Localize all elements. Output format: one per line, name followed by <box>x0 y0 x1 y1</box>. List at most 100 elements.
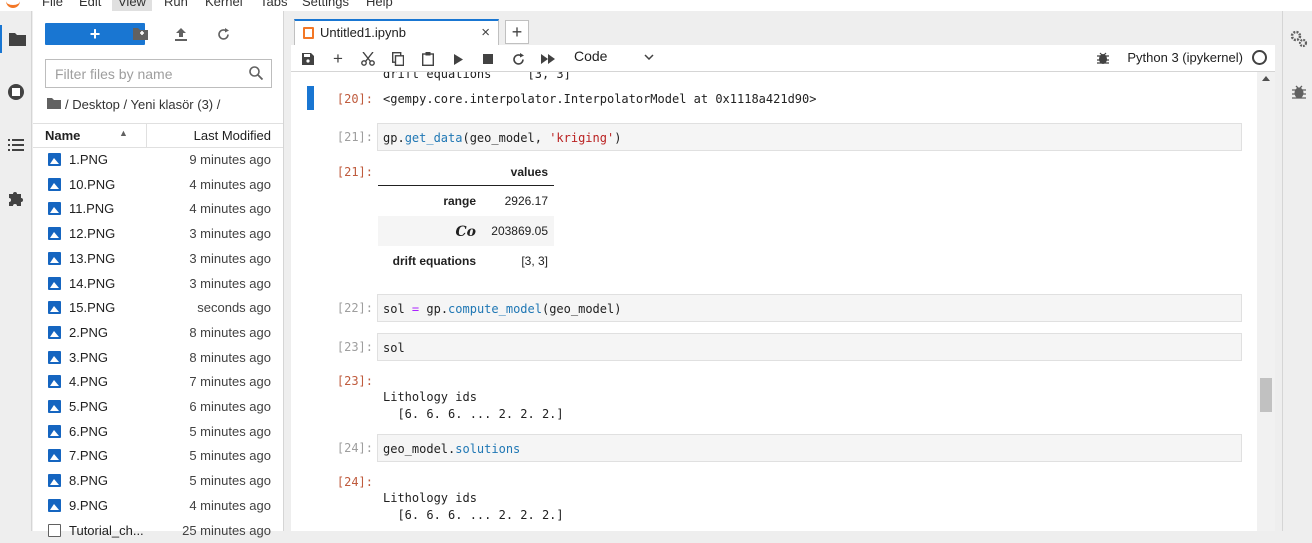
output-text: [6. 6. 6. ... 2. 2. 2.] <box>383 407 564 421</box>
file-list-item[interactable]: 2.PNG8 minutes ago <box>33 321 283 346</box>
column-header: values <box>511 165 548 179</box>
file-list-item[interactable]: 15.PNGseconds ago <box>33 296 283 321</box>
menu-tabs[interactable]: Tabs <box>254 0 293 11</box>
image-file-icon <box>48 400 61 413</box>
menu-kernel[interactable]: Kernel <box>199 0 249 11</box>
close-icon[interactable]: × <box>481 24 490 41</box>
filter-files-input-box <box>45 59 272 88</box>
image-file-icon <box>48 277 61 290</box>
image-file-icon <box>48 153 61 166</box>
table-row: drift equations[3, 3] <box>378 246 554 276</box>
panel-splitter[interactable] <box>283 11 291 531</box>
image-file-icon <box>48 474 61 487</box>
output-prompt: [24]: <box>303 475 373 489</box>
tab-bar: Untitled1.ipynb × + <box>291 11 1280 45</box>
left-sidebar-rail <box>0 11 32 531</box>
file-list-item[interactable]: 11.PNG4 minutes ago <box>33 197 283 222</box>
image-file-icon <box>48 449 61 462</box>
column-separator[interactable] <box>146 124 147 147</box>
file-browser-folder-icon[interactable] <box>0 25 32 53</box>
restart-run-all-icon[interactable] <box>537 49 559 69</box>
copy-icon[interactable] <box>387 49 409 69</box>
menu-view[interactable]: View <box>112 0 152 11</box>
output-text: [6. 6. 6. ... 2. 2. 2.] <box>383 508 564 522</box>
debugger-bug-icon[interactable] <box>1283 78 1312 106</box>
code-cell-input[interactable]: geo_model.solutions <box>377 434 1242 462</box>
notebook-vertical-scrollbar[interactable] <box>1257 72 1275 531</box>
column-last-modified-header[interactable]: Last Modified <box>194 128 271 143</box>
output-prompt: [20]: <box>303 92 373 106</box>
paste-icon[interactable] <box>417 49 439 69</box>
stop-icon[interactable] <box>477 49 499 69</box>
jupyter-logo-icon <box>6 0 20 8</box>
input-prompt: [22]: <box>303 301 373 315</box>
notebook-toolbar: + Code Python 3 (ipykernel) <box>291 45 1275 72</box>
table-row: range2926.17 <box>378 186 554 216</box>
scroll-up-arrow-icon[interactable] <box>1262 76 1270 81</box>
image-file-icon <box>48 301 61 314</box>
image-file-icon <box>48 252 61 265</box>
new-folder-icon[interactable] <box>129 23 151 45</box>
new-tab-button[interactable]: + <box>505 20 529 44</box>
image-file-icon <box>48 227 61 240</box>
file-list-item[interactable]: 3.PNG8 minutes ago <box>33 346 283 371</box>
menu-settings[interactable]: Settings <box>296 0 355 11</box>
breadcrumb: / Desktop / Yeni klasör (3) / <box>47 97 220 112</box>
file-list-item[interactable]: 1.PNG9 minutes ago <box>33 148 283 173</box>
file-list-item[interactable]: 14.PNG3 minutes ago <box>33 272 283 297</box>
tab-notebook[interactable]: Untitled1.ipynb × <box>294 19 499 46</box>
code-cell-input[interactable]: gp.get_data(geo_model, 'kriging') <box>377 123 1242 151</box>
property-inspector-gears-icon[interactable] <box>1283 25 1312 53</box>
file-list-item[interactable]: 6.PNG5 minutes ago <box>33 420 283 445</box>
output-text-partial: drift equations [3, 3] <box>383 72 571 81</box>
input-prompt: [24]: <box>303 441 373 455</box>
file-list-item[interactable]: 4.PNG7 minutes ago <box>33 370 283 395</box>
file-browser-panel: + / Desktop / Yeni klasör (3) / Name ▲ L… <box>33 11 283 531</box>
filter-files-input[interactable] <box>55 65 240 83</box>
code-cell-input[interactable]: sol = gp.compute_model(geo_model) <box>377 294 1242 322</box>
code-cell-input[interactable]: sol <box>377 333 1242 361</box>
right-sidebar-rail <box>1282 11 1312 531</box>
menu-help[interactable]: Help <box>360 0 399 11</box>
cut-icon[interactable] <box>357 49 379 69</box>
table-header-row: values <box>378 160 554 186</box>
output-text: Lithology ids <box>383 491 477 505</box>
input-prompt: [23]: <box>303 340 373 354</box>
image-file-icon <box>48 326 61 339</box>
folder-icon[interactable] <box>47 97 61 112</box>
refresh-icon[interactable] <box>212 23 234 45</box>
file-list-item[interactable]: 9.PNG4 minutes ago <box>33 494 283 519</box>
output-prompt: [21]: <box>303 165 373 179</box>
debugger-bug-icon[interactable] <box>1097 51 1109 68</box>
file-list-item[interactable]: 12.PNG3 minutes ago <box>33 222 283 247</box>
run-cell-icon[interactable] <box>447 49 469 69</box>
scrollbar-thumb[interactable] <box>1260 378 1272 412</box>
breadcrumb-path[interactable]: / Desktop / Yeni klasör (3) / <box>65 97 220 112</box>
notebook-file-icon <box>48 524 61 537</box>
column-name-header[interactable]: Name <box>45 128 80 143</box>
running-kernels-icon[interactable] <box>0 78 32 106</box>
image-file-icon <box>48 375 61 388</box>
cell-type-select[interactable]: Code <box>574 48 654 68</box>
upload-icon[interactable] <box>170 23 192 45</box>
table-of-contents-icon[interactable] <box>0 131 32 159</box>
file-list-item[interactable]: 8.PNG5 minutes ago <box>33 469 283 494</box>
menu-file[interactable]: File <box>36 0 69 11</box>
kernel-name[interactable]: Python 3 (ipykernel) <box>1127 50 1243 65</box>
file-list-item[interactable]: 13.PNG3 minutes ago <box>33 247 283 272</box>
image-file-icon <box>48 178 61 191</box>
save-icon[interactable] <box>297 49 319 69</box>
output-text: Lithology ids <box>383 390 477 404</box>
file-list-item[interactable]: 5.PNG6 minutes ago <box>33 395 283 420</box>
extension-manager-puzzle-icon[interactable] <box>0 184 32 212</box>
file-list-item[interactable]: 7.PNG5 minutes ago <box>33 444 283 469</box>
notebook-content[interactable]: drift equations [3, 3] [20]: <gempy.core… <box>291 72 1275 531</box>
insert-cell-plus-icon[interactable]: + <box>327 49 349 69</box>
menu-run[interactable]: Run <box>158 0 194 11</box>
menu-edit[interactable]: Edit <box>73 0 107 11</box>
file-list-item[interactable]: 10.PNG4 minutes ago <box>33 173 283 198</box>
cell-type-value: Code <box>574 48 607 64</box>
image-file-icon <box>48 351 61 364</box>
tab-label: Untitled1.ipynb <box>320 25 406 40</box>
restart-kernel-icon[interactable] <box>507 49 529 69</box>
